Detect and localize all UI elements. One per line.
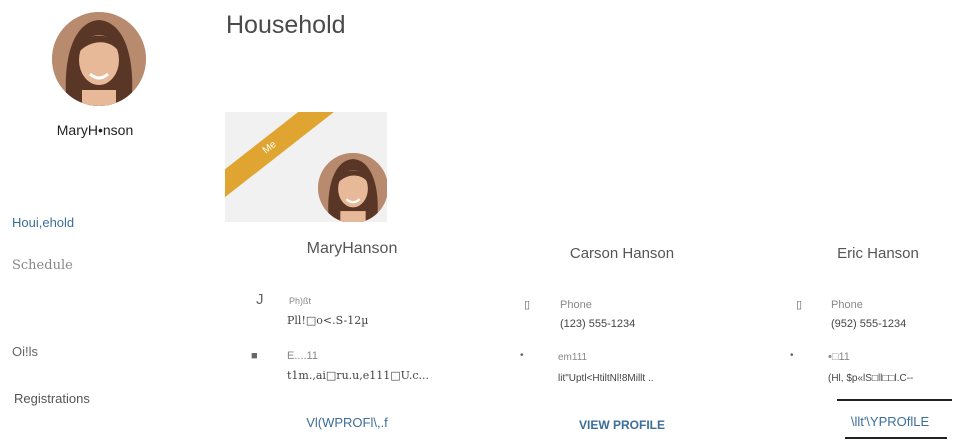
- email-value[interactable]: t1m.,ai□ru.u,e111□U.c...: [287, 369, 429, 382]
- view-profile-button[interactable]: \llt'\YPROflLE: [800, 414, 972, 429]
- email-icon: •: [790, 350, 794, 361]
- member-name: MaryHanson: [306, 240, 398, 257]
- me-card[interactable]: Me: [225, 112, 387, 222]
- sidebar-item-schedule[interactable]: Schedule: [12, 258, 73, 273]
- sidebar-item-household[interactable]: Houi,ehold: [12, 215, 74, 230]
- phone-label: Phone: [560, 299, 592, 311]
- phone-value: (952) 555-1234: [831, 318, 907, 330]
- email-label: •□11: [828, 351, 850, 363]
- divider: [837, 399, 952, 401]
- email-label: em111: [558, 352, 588, 363]
- member-name: Eric Hanson: [837, 245, 919, 262]
- member-avatar: [318, 153, 387, 222]
- phone-value: (123) 555-1234: [560, 318, 636, 330]
- member-name: Carson Hanson: [569, 245, 675, 262]
- sidebar-item-registrations[interactable]: Registrations: [14, 391, 90, 406]
- view-profile-button[interactable]: Vl(WPROFl\,.f: [257, 415, 437, 430]
- view-profile-button[interactable]: VIEW PROFILE: [532, 418, 712, 432]
- sidebar: MaryH•nson Houi,ehold Schedule Oi!ls Reg…: [0, 0, 200, 441]
- phone-label: Phone: [831, 299, 863, 311]
- page-title: Household: [226, 11, 346, 39]
- phone-icon: ▯: [796, 299, 803, 311]
- phone-label: Ph)ßt: [289, 296, 312, 306]
- focus-underline: [845, 437, 947, 439]
- avatar[interactable]: [52, 12, 146, 106]
- sidebar-item-bills[interactable]: Oi!ls: [12, 344, 38, 359]
- phone-value: Pll!□o<.S-12µ: [287, 314, 369, 327]
- phone-icon: J: [256, 291, 264, 308]
- email-value[interactable]: (Hl, $p«lS□ll□□l.C--: [828, 373, 913, 384]
- email-label: E....11: [287, 350, 318, 362]
- phone-icon: ▯: [524, 299, 531, 311]
- email-icon: ■: [251, 350, 258, 362]
- email-icon: •: [520, 350, 524, 361]
- email-value[interactable]: lit"Uptl<HtiltNl!8Millt ..: [558, 373, 654, 384]
- sidebar-user-name: MaryH•nson: [56, 122, 134, 138]
